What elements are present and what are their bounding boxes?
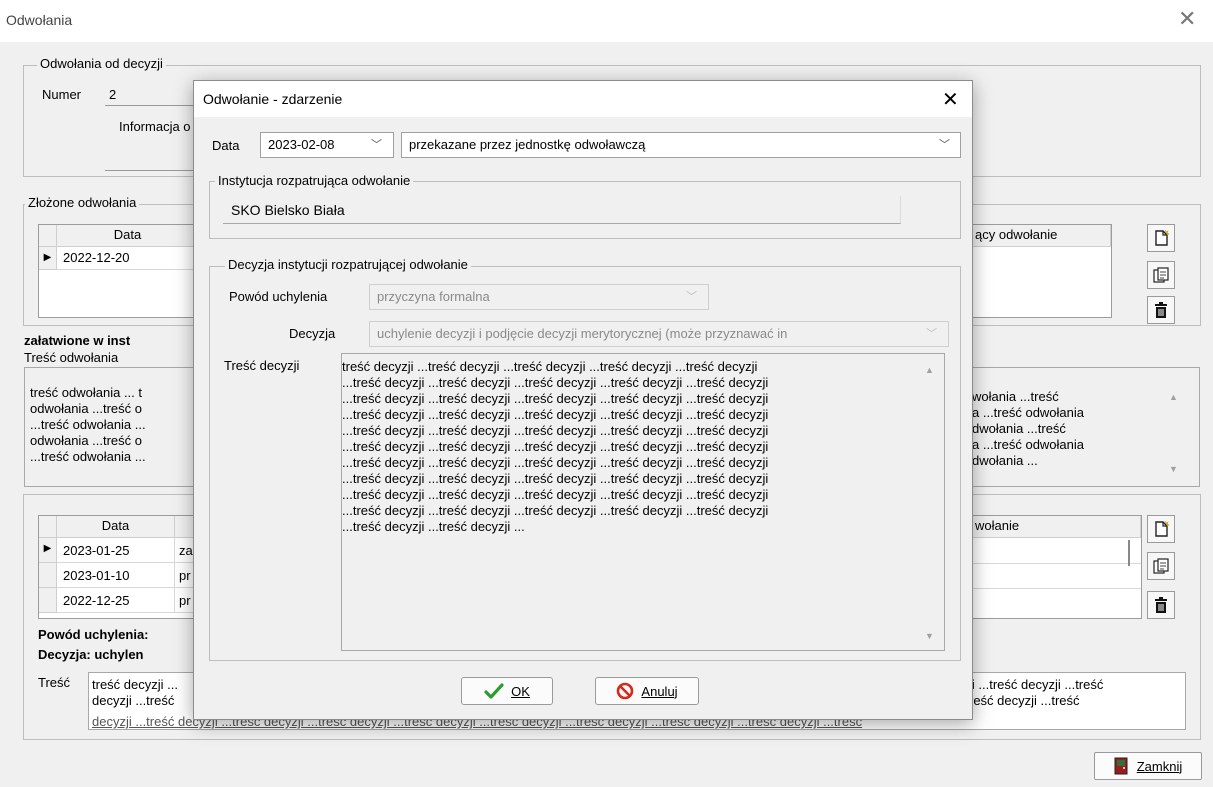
filed-appeals-table-right[interactable]: ący odwołanie	[972, 224, 1112, 318]
scroll-up-arrow-icon[interactable]: ▲	[1169, 392, 1178, 402]
decision-content-text-right: ji ...treść decyzji ...treść reść decyzj…	[969, 677, 1104, 708]
close-icon[interactable]: ✕	[1178, 8, 1196, 30]
edit-appeal-button[interactable]	[1147, 261, 1175, 289]
chevron-down-icon[interactable]: ﹀	[371, 133, 382, 157]
info-underline	[105, 170, 200, 171]
table-corner	[39, 516, 57, 538]
delete-event-button[interactable]	[1147, 591, 1175, 619]
decision-type-select[interactable]: uchylenie decyzji i podjęcie decyzji mer…	[369, 321, 949, 347]
appeal-decision-legend: Odwołania od decyzji	[37, 56, 166, 71]
decision-content-label: Treść decyzji	[224, 358, 300, 373]
date-label: Data	[212, 138, 240, 153]
event-type-select[interactable]: przekazane przez jednostkę odwoławczą ﹀	[401, 132, 961, 158]
table-row[interactable]: 2023-01-25	[57, 538, 175, 563]
dialog-title: Odwołanie - zdarzenie	[203, 91, 343, 107]
table-row[interactable]: 2023-01-10	[57, 563, 175, 588]
close-button[interactable]: Zamknij	[1094, 752, 1202, 780]
trash-icon	[1155, 302, 1167, 318]
resolved-label: załatwione w inst	[24, 333, 131, 348]
row-indicator	[39, 588, 57, 613]
delete-appeal-button[interactable]	[1147, 296, 1175, 324]
scrollbar[interactable]	[1128, 540, 1130, 566]
appeal-content-box[interactable]: treść odwołania ... t odwołania ...treść…	[24, 367, 200, 487]
institution-field[interactable]: SKO Bielsko Biała	[223, 196, 901, 224]
table-row[interactable]: 2022-12-25	[57, 588, 175, 613]
reason-label: Powód uchylenia:	[38, 627, 149, 642]
numer-field[interactable]: 2	[105, 84, 200, 106]
trash-icon	[1155, 597, 1167, 613]
appeal-content-text-right: wołania ...treść a ...treść odwołania dw…	[972, 389, 1085, 468]
appeal-event-dialog: Odwołanie - zdarzenie ✕ Data 2023-02-08 …	[193, 80, 973, 720]
column-header-date[interactable]: Data	[57, 225, 199, 247]
filed-appeals-legend: Złożone odwołania	[25, 195, 140, 210]
reason-label: Powód uchylenia	[229, 289, 328, 304]
edit-icon	[1153, 558, 1169, 574]
events-table[interactable]: Data ▶ 2023-01-25 za 2023-01-10 pr 2022-…	[38, 515, 200, 619]
column-header-institution[interactable]: wołanie	[973, 516, 1141, 538]
decision-type-value: uchylenie decyzji i podjęcie decyzji mer…	[377, 326, 788, 341]
scroll-up-arrow-icon[interactable]: ▲	[925, 365, 934, 375]
no-entry-icon	[617, 682, 634, 700]
appeal-content-text: treść odwołania ... t odwołania ...treść…	[30, 385, 146, 464]
decision-type-label: Decyzja	[289, 326, 336, 341]
edit-event-button[interactable]	[1147, 552, 1175, 580]
events-table-right[interactable]: wołanie	[972, 515, 1142, 619]
decision-label: Decyzja: uchylen	[38, 647, 144, 662]
tresc-label: Treść	[38, 675, 71, 690]
ok-button[interactable]: OK	[461, 677, 553, 705]
event-type-value: przekazane przez jednostkę odwoławczą	[409, 137, 646, 152]
chevron-down-icon[interactable]: ﹀	[939, 133, 950, 157]
institution-legend: Instytucja rozpatrująca odwołanie	[215, 173, 414, 188]
column-header-date[interactable]: Data	[57, 516, 175, 538]
exit-door-icon	[1114, 757, 1128, 775]
dialog-titlebar: Odwołanie - zdarzenie ✕	[194, 81, 972, 117]
numer-label: Numer	[42, 87, 82, 102]
appeal-content-label: Treść odwołania	[24, 350, 119, 365]
edit-icon	[1153, 267, 1169, 283]
main-titlebar: Odwołania ✕	[0, 0, 1213, 42]
reason-value: przyczyna formalna	[377, 289, 490, 304]
check-icon	[484, 683, 504, 699]
cancel-button-label: Anuluj	[641, 683, 678, 699]
window-title: Odwołania	[6, 12, 73, 28]
close-icon[interactable]: ✕	[942, 87, 959, 112]
scroll-down-arrow-icon[interactable]: ▼	[925, 631, 934, 641]
row-indicator	[39, 563, 57, 588]
date-value: 2023-02-08	[268, 137, 335, 152]
close-button-label: Zamknij	[1136, 758, 1183, 774]
decision-content-text-left: treść decyzji ... decyzji ...treść	[92, 677, 178, 708]
reason-select[interactable]: przyczyna formalna ﹀	[369, 284, 709, 310]
decision-content-textarea[interactable]: treść decyzji ...treść decyzji ...treść …	[341, 353, 945, 651]
appeal-content-box-right[interactable]: wołania ...treść a ...treść odwołania dw…	[972, 367, 1200, 487]
chevron-down-icon[interactable]: ﹀	[686, 285, 697, 309]
table-corner	[39, 225, 57, 247]
info-label: Informacja o	[119, 119, 191, 134]
column-header-institution[interactable]: ący odwołanie	[973, 225, 1111, 247]
decision-content-text: treść decyzji ...treść decyzji ...treść …	[342, 359, 769, 534]
row-indicator: ▶	[39, 538, 57, 563]
new-document-icon	[1155, 520, 1170, 537]
date-picker[interactable]: 2023-02-08 ﹀	[260, 132, 394, 158]
chevron-down-icon[interactable]: ﹀	[926, 322, 937, 346]
filed-appeals-table[interactable]: Data ▶ 2022-12-20	[38, 224, 200, 318]
decision-legend: Decyzja instytucji rozpatrującej odwołan…	[225, 257, 471, 272]
table-row[interactable]: 2022-12-20	[57, 247, 199, 270]
new-document-icon	[1155, 229, 1170, 246]
cancel-button[interactable]: Anuluj	[595, 677, 699, 705]
ok-button-label: OK	[511, 683, 530, 699]
row-indicator: ▶	[39, 247, 57, 270]
add-event-button[interactable]	[1147, 515, 1175, 543]
scroll-down-arrow-icon[interactable]: ▼	[1169, 464, 1178, 474]
add-appeal-button[interactable]	[1147, 224, 1175, 252]
